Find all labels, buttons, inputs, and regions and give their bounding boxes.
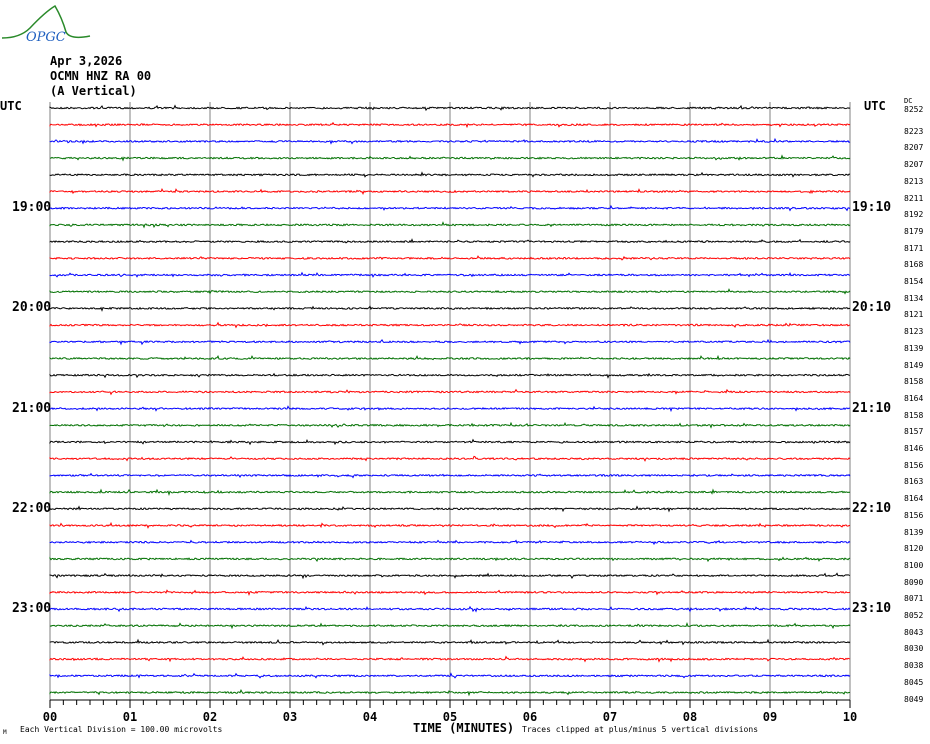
station-label: OCMN HNZ RA 00 bbox=[50, 69, 152, 83]
dc-offset-value: 8207 bbox=[904, 143, 924, 153]
logo-text: OPGC bbox=[26, 30, 66, 45]
right-hour-label: 21:10 bbox=[852, 400, 892, 416]
dc-offset-value: 8030 bbox=[904, 644, 924, 654]
dc-offset-value: 8207 bbox=[904, 160, 924, 170]
dc-offset-value: 8149 bbox=[904, 360, 924, 370]
dc-offset-value: 8211 bbox=[904, 193, 924, 203]
dc-offset-value: 8045 bbox=[904, 677, 924, 687]
dc-offset-value: 8120 bbox=[904, 544, 924, 554]
dc-offset-value: 8156 bbox=[904, 510, 924, 520]
scale-note: Each Vertical Division = 100.00 microvol… bbox=[20, 725, 223, 734]
dc-offset-value: 8090 bbox=[904, 577, 924, 587]
dc-offset-value: 8157 bbox=[904, 427, 924, 437]
left-hour-label: 21:00 bbox=[12, 400, 52, 416]
dc-offset-value: 8139 bbox=[904, 527, 924, 537]
right-hour-label: 20:10 bbox=[852, 300, 892, 316]
x-tick-label: 06 bbox=[523, 710, 537, 724]
dc-offset-value: 8052 bbox=[904, 611, 924, 620]
utc-left-label: UTC bbox=[0, 99, 22, 113]
dc-offset-value: 8049 bbox=[904, 694, 924, 704]
helicorder-plot: OPGC 00 01 02 03 04 05 06 07 08 09 10 bbox=[1, 4, 857, 724]
dc-offset-value: 8164 bbox=[904, 494, 924, 504]
dc-offset-value: 8252 bbox=[904, 105, 924, 114]
x-tick-label: 08 bbox=[683, 710, 697, 724]
left-hour-label: 20:00 bbox=[12, 300, 52, 316]
x-axis-title: TIME (MINUTES) bbox=[413, 721, 515, 735]
dc-offset-value: 8071 bbox=[904, 594, 924, 604]
dc-offset-value: 8223 bbox=[904, 126, 924, 136]
right-hour-label: 23:10 bbox=[852, 601, 892, 616]
x-tick-label: 04 bbox=[363, 710, 377, 724]
dc-offset-value: 8139 bbox=[904, 343, 924, 353]
dc-offset-value: 8171 bbox=[904, 243, 924, 253]
dc-offset-value: 8100 bbox=[904, 560, 924, 570]
corner-mark: M bbox=[3, 729, 7, 736]
dc-offset-value: 8168 bbox=[904, 260, 924, 270]
right-hour-label: 19:10 bbox=[852, 200, 892, 216]
dc-offset-value: 8213 bbox=[904, 176, 924, 186]
x-tick-label: 01 bbox=[123, 710, 137, 724]
dc-offset-value: 8163 bbox=[904, 477, 924, 487]
dc-offset-value: 8158 bbox=[904, 377, 924, 387]
left-hour-label: 22:00 bbox=[12, 500, 52, 516]
x-tick-label: 02 bbox=[203, 710, 217, 724]
dc-offset-value: 8038 bbox=[904, 661, 924, 671]
utc-right-label: UTC bbox=[864, 99, 886, 113]
x-tick-label: 10 bbox=[843, 710, 857, 724]
dc-offset-value: 8179 bbox=[904, 226, 924, 236]
dc-offset-value: 8154 bbox=[904, 277, 924, 286]
dc-label: DC bbox=[904, 97, 913, 105]
x-tick-label: 09 bbox=[763, 710, 777, 724]
dc-offset-value: 8192 bbox=[904, 210, 924, 220]
clip-note: Traces clipped at plus/minus 5 vertical … bbox=[522, 725, 759, 734]
date-label: Apr 3,2026 bbox=[50, 54, 123, 68]
dc-offset-value: 8121 bbox=[904, 310, 924, 320]
dc-offset-value: 8164 bbox=[904, 393, 924, 403]
dc-offset-value: 8134 bbox=[904, 293, 924, 303]
component-label: (A Vertical) bbox=[50, 84, 137, 98]
dc-offset-value: 8043 bbox=[904, 627, 924, 637]
x-tick-label: 07 bbox=[603, 710, 617, 724]
left-hour-label: 23:00 bbox=[12, 601, 52, 616]
dc-offset-value: 8158 bbox=[904, 410, 924, 420]
dc-offset-value: 8156 bbox=[904, 460, 924, 470]
dc-offset-value: 8123 bbox=[904, 327, 924, 337]
x-tick-label: 03 bbox=[283, 710, 297, 724]
right-hour-label: 22:10 bbox=[852, 500, 892, 516]
left-hour-label: 19:00 bbox=[12, 200, 52, 216]
dc-offset-value: 8146 bbox=[904, 444, 924, 453]
opgc-logo: OPGC bbox=[1, 4, 91, 45]
x-tick-label: 00 bbox=[43, 710, 57, 724]
